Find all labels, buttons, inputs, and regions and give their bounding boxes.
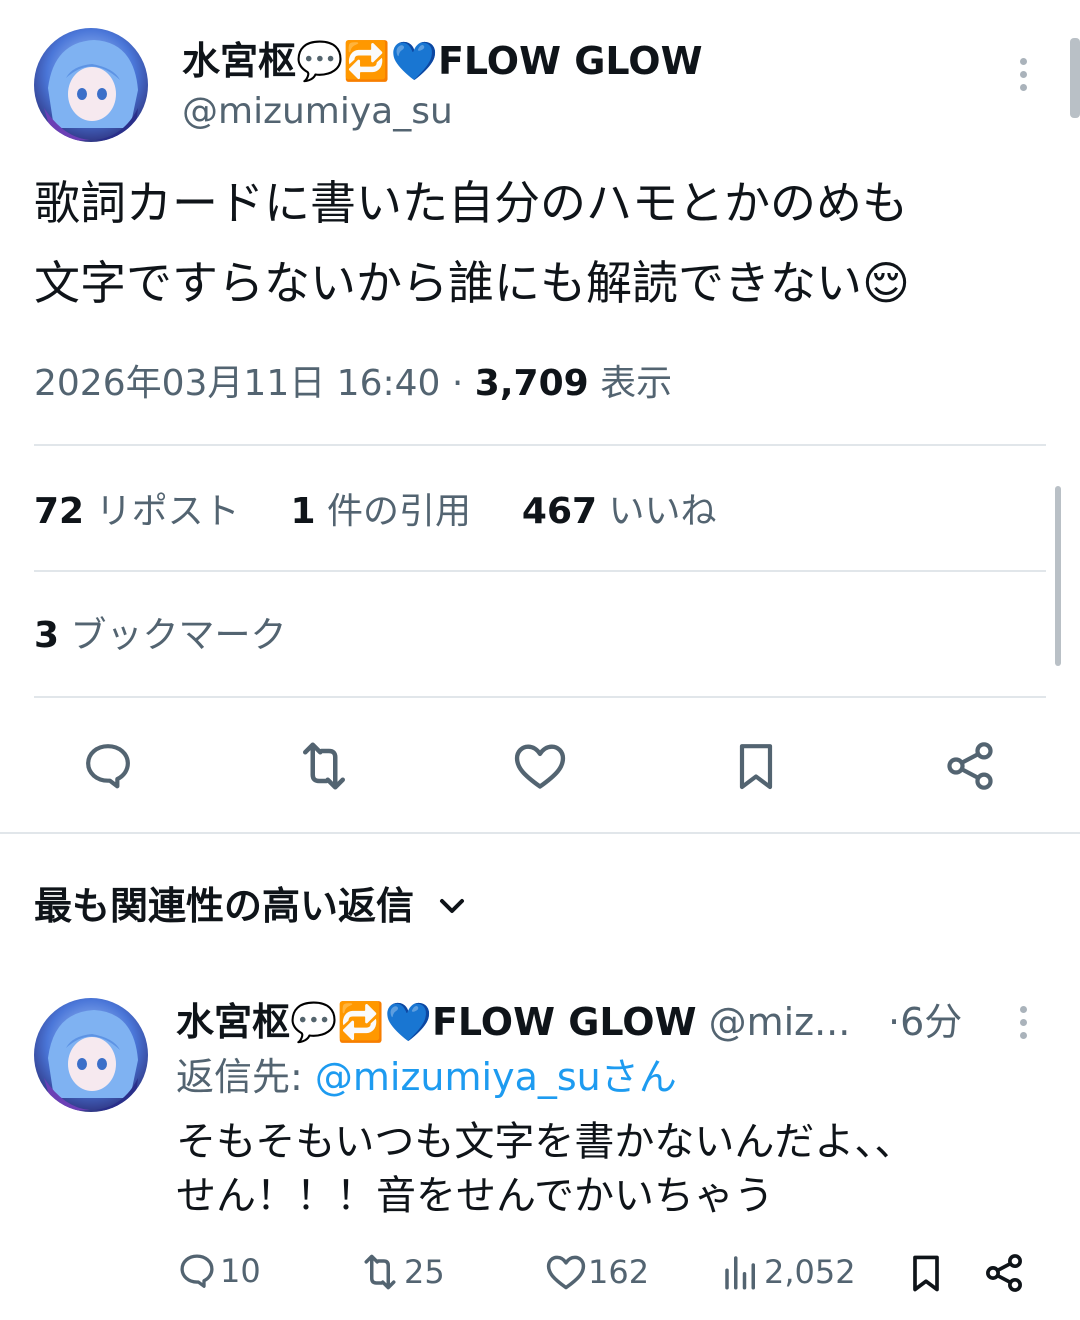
bookmark-icon	[913, 1255, 939, 1292]
section-divider	[0, 832, 1080, 834]
replies-sort-dropdown[interactable]: 最も関連性の高い返信	[34, 880, 472, 932]
author-name[interactable]: 水宮枢💬🔁💙FLOW GLOW	[182, 38, 702, 84]
likes-count: 467	[521, 491, 598, 532]
chevron-down-icon	[440, 899, 465, 913]
reply-likes-count: 162	[588, 1253, 650, 1291]
reply-button[interactable]	[72, 730, 144, 802]
reply-views-count: 2,052	[764, 1253, 856, 1291]
reply-icon	[86, 744, 130, 789]
post-timestamp[interactable]: 2026年03月11日 16:40	[34, 363, 440, 404]
quotes-label: 件の引用	[327, 491, 472, 532]
share-icon	[986, 1254, 1022, 1292]
more-options-icon[interactable]	[1020, 58, 1028, 97]
reply-replying-to: 返信先: @mizumiya_suさん	[176, 1052, 677, 1102]
share-icon	[947, 742, 993, 790]
avatar-image	[34, 998, 148, 1112]
reposts-stat[interactable]: 72 リポスト	[34, 491, 251, 532]
reply-avatar[interactable]	[34, 998, 148, 1112]
bookmarks-count: 3	[34, 615, 60, 656]
reply-bookmark-button[interactable]	[904, 1250, 948, 1296]
meta-separator: ·	[451, 363, 464, 404]
reply-time[interactable]: ·6分	[888, 998, 962, 1046]
replying-to-link[interactable]: @mizumiya_suさん	[315, 1055, 677, 1099]
reply-author-name[interactable]: 水宮枢💬🔁💙FLOW GLOW	[176, 1000, 696, 1044]
stats-row: 72 リポスト 1 件の引用 467 いいね	[34, 486, 717, 538]
author-handle[interactable]: @mizumiya_su	[182, 90, 453, 134]
post-text-line-1: 歌詞カードに書いた自分のハモとかのめも	[34, 176, 908, 230]
replying-to-label: 返信先:	[176, 1055, 303, 1099]
reposts-count: 72	[34, 491, 85, 532]
share-button[interactable]	[934, 730, 1006, 802]
reposts-label: リポスト	[95, 491, 240, 532]
reply-reposts-count: 25	[404, 1253, 445, 1291]
reply-more-options-icon[interactable]	[1020, 1006, 1028, 1045]
reply-text-line-2: せん！！！音をせんでかいちゃう	[176, 1173, 774, 1219]
divider	[34, 570, 1046, 572]
scrollbar-top[interactable]	[1070, 38, 1080, 118]
views-label: 表示	[600, 363, 673, 404]
reply-like-button[interactable]: 162	[544, 1250, 649, 1294]
reply-header: 水宮枢💬🔁💙FLOW GLOW @miz...	[176, 998, 896, 1046]
scrollbar[interactable]	[1055, 486, 1061, 666]
repost-button[interactable]	[288, 730, 360, 802]
post-meta: 2026年03月11日 16:40 · 3,709 表示	[34, 360, 672, 408]
divider	[34, 696, 1046, 698]
post-text-line-2: 文字ですらないから誰にも解読できない😌	[34, 256, 910, 310]
reply-icon	[180, 1254, 214, 1288]
bookmark-button[interactable]	[720, 730, 792, 802]
like-button[interactable]	[504, 730, 576, 802]
likes-stat[interactable]: 467 いいね	[522, 491, 717, 532]
likes-label: いいね	[608, 491, 717, 532]
avatar-image	[34, 28, 148, 142]
like-icon	[514, 744, 566, 789]
quotes-stat[interactable]: 1 件の引用	[290, 491, 482, 532]
quotes-count: 1	[290, 491, 316, 532]
reply-reply-button[interactable]: 10	[176, 1250, 261, 1292]
reply-replies-count: 10	[220, 1252, 261, 1290]
reply-repost-button[interactable]: 25	[356, 1250, 445, 1294]
reply-author-handle[interactable]: @miz...	[709, 1000, 851, 1044]
like-icon	[546, 1255, 586, 1290]
repost-icon	[303, 742, 345, 790]
avatar[interactable]	[34, 28, 148, 142]
bookmark-icon	[739, 744, 773, 790]
repost-icon	[364, 1254, 396, 1290]
views-icon	[725, 1256, 755, 1290]
views-count: 3,709	[474, 363, 589, 404]
reply-text-line-1: そもそもいつも文字を書かないんだよ、、	[176, 1119, 915, 1165]
reply-views-button[interactable]: 2,052	[720, 1250, 856, 1294]
bookmarks-label: ブックマーク	[70, 615, 287, 656]
reply-share-button[interactable]	[982, 1250, 1026, 1296]
bookmarks-stat[interactable]: 3 ブックマーク	[34, 610, 287, 662]
divider	[34, 444, 1046, 446]
replies-sort-label: 最も関連性の高い返信	[34, 884, 415, 928]
